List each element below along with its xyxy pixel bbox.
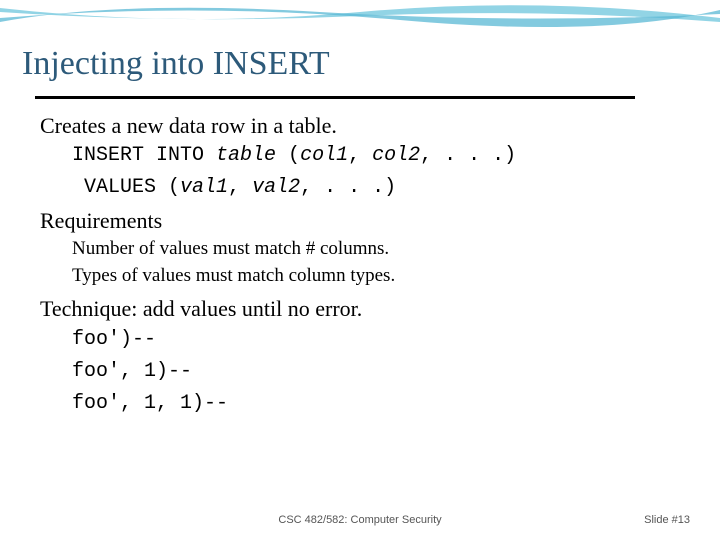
requirements-heading: Requirements (40, 207, 680, 236)
decorative-wave (0, 0, 720, 45)
technique-heading: Technique: add values until no error. (40, 295, 680, 324)
example-2: foo', 1)-- (72, 359, 680, 385)
sql-insert-line2: VALUES (val1, val2, . . .) (72, 175, 680, 201)
requirement-1: Number of values must match # columns. (72, 237, 680, 262)
example-1: foo')-- (72, 327, 680, 353)
footer-course: CSC 482/582: Computer Security (0, 514, 720, 526)
sql-insert-line1: INSERT INTO table (col1, col2, . . .) (72, 143, 680, 169)
slide-title: Injecting into INSERT (22, 45, 330, 83)
footer-slide-number: Slide #13 (644, 514, 690, 526)
title-underline (35, 96, 635, 99)
intro-text: Creates a new data row in a table. (40, 112, 680, 141)
requirement-2: Types of values must match column types. (72, 264, 680, 289)
example-3: foo', 1, 1)-- (72, 391, 680, 417)
slide-content: Creates a new data row in a table. INSER… (40, 112, 680, 423)
